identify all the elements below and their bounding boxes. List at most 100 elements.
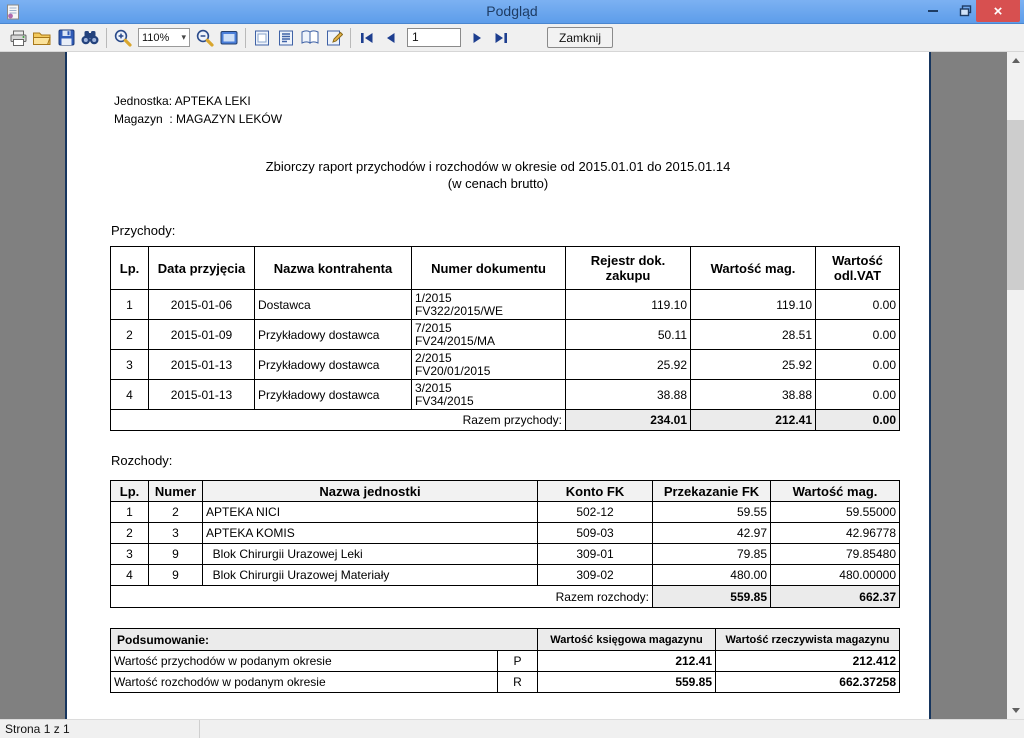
restore-icon bbox=[959, 5, 972, 17]
previous-page-button[interactable] bbox=[379, 26, 403, 50]
expense-section-label: Rozchody: bbox=[111, 453, 172, 468]
cell-value: 119.10 bbox=[691, 290, 816, 320]
scroll-up-button[interactable] bbox=[1007, 52, 1024, 69]
window-title: Podgląd bbox=[0, 3, 1024, 19]
first-page-button[interactable] bbox=[355, 26, 379, 50]
cell-transfer: 480.00 bbox=[653, 565, 771, 586]
cell-number: 2 bbox=[149, 502, 203, 523]
expense-total-transfer: 559.85 bbox=[653, 586, 771, 608]
vertical-scrollbar[interactable] bbox=[1007, 52, 1024, 719]
cell-value: 480.00000 bbox=[771, 565, 900, 586]
summary-table: Podsumowanie: Wartość księgowa magazynu … bbox=[110, 628, 900, 693]
cell-lp: 3 bbox=[111, 544, 149, 565]
cell-vat: 0.00 bbox=[816, 380, 900, 410]
cell-lp: 4 bbox=[111, 380, 149, 410]
whole-page-icon bbox=[253, 29, 271, 47]
income-row: 1 2015-01-06 Dostawca 1/2015 FV322/2015/… bbox=[111, 290, 900, 320]
cell-number: 9 bbox=[149, 565, 203, 586]
zoom-level-combobox[interactable]: 110% ▾ bbox=[138, 28, 190, 47]
report-warehouse-line: Magazyn : MAGAZYN LEKÓW bbox=[114, 112, 282, 126]
cell-date: 2015-01-06 bbox=[149, 290, 255, 320]
income-total-register: 234.01 bbox=[566, 410, 691, 431]
cell-transfer: 59.55 bbox=[653, 502, 771, 523]
income-total-row: Razem przychody: 234.01 212.41 0.00 bbox=[111, 410, 900, 431]
save-button[interactable] bbox=[54, 26, 78, 50]
income-header-contractor: Nazwa kontrahenta bbox=[255, 247, 412, 290]
summary-row: Wartość przychodów w podanym okresie P 2… bbox=[111, 651, 900, 672]
cell-date: 2015-01-13 bbox=[149, 350, 255, 380]
minimize-button[interactable] bbox=[918, 0, 948, 22]
whole-page-view-button[interactable] bbox=[250, 26, 274, 50]
close-icon: × bbox=[994, 3, 1003, 20]
zoom-in-button[interactable] bbox=[111, 26, 135, 50]
find-button[interactable] bbox=[78, 26, 102, 50]
zoom-out-icon bbox=[195, 28, 215, 48]
scroll-down-button[interactable] bbox=[1007, 702, 1024, 719]
cell-summary-label: Wartość przychodów w podanym okresie bbox=[111, 651, 498, 672]
cell-transfer: 79.85 bbox=[653, 544, 771, 565]
cell-account: 509-03 bbox=[538, 523, 653, 544]
page-setup-button[interactable] bbox=[322, 26, 346, 50]
cell-summary-real: 662.37258 bbox=[716, 672, 900, 693]
cell-account: 309-01 bbox=[538, 544, 653, 565]
page-number-input[interactable]: 1 bbox=[407, 28, 461, 47]
last-page-button[interactable] bbox=[489, 26, 513, 50]
open-button[interactable] bbox=[30, 26, 54, 50]
print-button[interactable] bbox=[6, 26, 30, 50]
minimize-icon bbox=[928, 10, 938, 12]
cell-register: 38.88 bbox=[566, 380, 691, 410]
expense-row: 2 3 APTEKA KOMIS 509-03 42.97 42.96778 bbox=[111, 523, 900, 544]
expense-header-account: Konto FK bbox=[538, 481, 653, 502]
cell-register: 119.10 bbox=[566, 290, 691, 320]
report-title-line2: (w cenach brutto) bbox=[67, 176, 929, 191]
edit-page-icon bbox=[325, 29, 343, 47]
cell-value: 38.88 bbox=[691, 380, 816, 410]
next-page-icon bbox=[469, 31, 485, 45]
income-header-vat: Wartość odl.VAT bbox=[816, 247, 900, 290]
toolbar: 110% ▾ 1 bbox=[0, 24, 1024, 52]
close-preview-button[interactable]: Zamknij bbox=[547, 27, 613, 48]
next-page-button[interactable] bbox=[465, 26, 489, 50]
income-total-label: Razem przychody: bbox=[111, 410, 566, 431]
cell-vat: 0.00 bbox=[816, 290, 900, 320]
facing-pages-view-button[interactable] bbox=[298, 26, 322, 50]
income-header-register: Rejestr dok. zakupu bbox=[566, 247, 691, 290]
expense-row: 3 9 Blok Chirurgii Urazowej Leki 309-01 … bbox=[111, 544, 900, 565]
facing-pages-icon bbox=[300, 29, 320, 46]
statusbar: Strona 1 z 1 bbox=[0, 719, 1024, 738]
expense-header-transfer: Przekazanie FK bbox=[653, 481, 771, 502]
summary-header-label: Podsumowanie: bbox=[111, 629, 538, 651]
cell-register: 50.11 bbox=[566, 320, 691, 350]
cell-account: 502-12 bbox=[538, 502, 653, 523]
expense-total-value: 662.37 bbox=[771, 586, 900, 608]
expense-row: 1 2 APTEKA NICI 502-12 59.55 59.55000 bbox=[111, 502, 900, 523]
report-title-line1: Zbiorczy raport przychodów i rozchodów w… bbox=[67, 159, 929, 174]
cell-summary-code: P bbox=[498, 651, 538, 672]
toolbar-separator bbox=[245, 28, 246, 48]
income-row: 3 2015-01-13 Przykładowy dostawca 2/2015… bbox=[111, 350, 900, 380]
printer-icon bbox=[9, 29, 28, 47]
scrollbar-thumb[interactable] bbox=[1007, 120, 1024, 290]
cell-register: 25.92 bbox=[566, 350, 691, 380]
expense-table: Lp. Numer Nazwa jednostki Konto FK Przek… bbox=[110, 480, 900, 608]
summary-header-real: Wartość rzeczywista magazynu bbox=[716, 629, 900, 651]
income-header-document: Numer dokumentu bbox=[412, 247, 566, 290]
fit-screen-button[interactable] bbox=[217, 26, 241, 50]
cell-value: 59.55000 bbox=[771, 502, 900, 523]
page-width-view-button[interactable] bbox=[274, 26, 298, 50]
previous-page-icon bbox=[383, 31, 399, 45]
summary-header-book: Wartość księgowa magazynu bbox=[538, 629, 716, 651]
close-button[interactable]: × bbox=[976, 0, 1020, 22]
preview-window: Podgląd × 110% ▾ bbox=[0, 0, 1024, 738]
cell-lp: 3 bbox=[111, 350, 149, 380]
income-total-vat: 0.00 bbox=[816, 410, 900, 431]
cell-lp: 2 bbox=[111, 523, 149, 544]
save-icon bbox=[58, 29, 75, 46]
toolbar-separator bbox=[350, 28, 351, 48]
cell-date: 2015-01-13 bbox=[149, 380, 255, 410]
cell-number: 9 bbox=[149, 544, 203, 565]
income-row: 2 2015-01-09 Przykładowy dostawca 7/2015… bbox=[111, 320, 900, 350]
zoom-out-button[interactable] bbox=[193, 26, 217, 50]
binoculars-icon bbox=[80, 29, 100, 46]
cell-unit: APTEKA NICI bbox=[203, 502, 538, 523]
